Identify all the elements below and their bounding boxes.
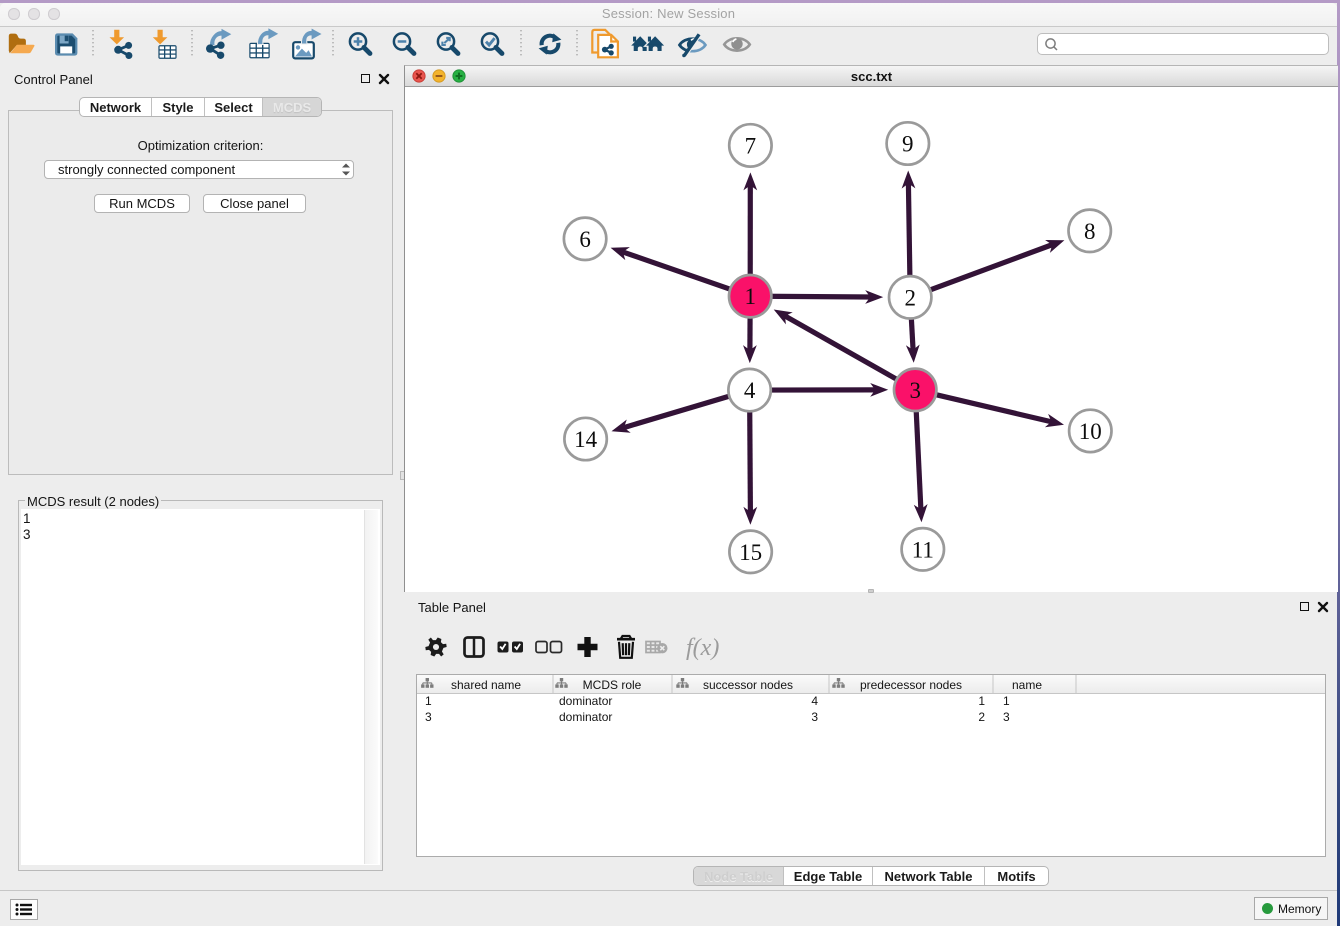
svg-text:name: name xyxy=(1012,678,1042,692)
svg-text:6: 6 xyxy=(579,227,591,252)
svg-text:11: 11 xyxy=(912,537,934,562)
svg-text:10: 10 xyxy=(1079,419,1102,444)
svg-text:shared name: shared name xyxy=(451,678,521,692)
svg-text:7: 7 xyxy=(745,133,757,158)
svg-text:2: 2 xyxy=(904,285,916,310)
svg-text:1: 1 xyxy=(744,284,756,309)
svg-text:f(x): f(x) xyxy=(686,635,719,661)
svg-text:successor nodes: successor nodes xyxy=(703,678,793,692)
svg-text:9: 9 xyxy=(902,132,914,157)
svg-text:14: 14 xyxy=(574,427,598,452)
svg-text:MCDS role: MCDS role xyxy=(583,678,642,692)
svg-text:3: 3 xyxy=(909,378,921,403)
svg-text:8: 8 xyxy=(1084,219,1096,244)
svg-text:predecessor nodes: predecessor nodes xyxy=(860,678,962,692)
svg-text:4: 4 xyxy=(744,378,756,403)
svg-text:15: 15 xyxy=(739,540,762,565)
